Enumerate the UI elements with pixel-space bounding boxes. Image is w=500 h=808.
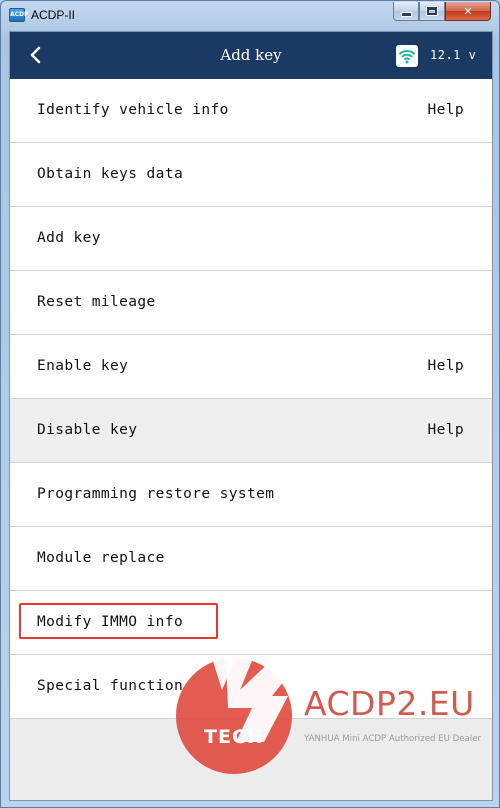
app-window: ACDP ACDP-II ✕ Add key 12.1 v Identify v… <box>0 0 500 808</box>
wifi-status <box>396 45 418 67</box>
chevron-left-icon <box>30 46 41 64</box>
watermark-tech: TECH <box>204 726 264 748</box>
menu-item-modify-immo-info[interactable]: Modify IMMO info <box>10 591 492 655</box>
menu-item-identify-vehicle-info[interactable]: Identify vehicle info Help <box>10 79 492 143</box>
menu-item-label: Add key <box>37 230 101 246</box>
battery-voltage: 12.1 v <box>430 48 477 62</box>
menu-item-obtain-keys-data[interactable]: Obtain keys data <box>10 143 492 207</box>
menu-item-disable-key[interactable]: Disable key Help <box>10 399 492 463</box>
back-button[interactable] <box>22 42 48 68</box>
page-title: Add key <box>220 46 282 64</box>
watermark-tagline: YANHUA Mini ACDP Authorized EU Dealer <box>304 734 482 744</box>
close-button[interactable]: ✕ <box>445 2 491 21</box>
watermark-logo: TECH ACDP2.EU YANHUA Mini ACDP Authorize… <box>176 650 494 778</box>
watermark-url: ACDP2.EU <box>304 684 475 723</box>
menu-item-programming-restore-system[interactable]: Programming restore system <box>10 463 492 527</box>
menu-item-label: Obtain keys data <box>37 166 184 182</box>
menu-item-label: Module replace <box>37 550 165 566</box>
menu-item-label: Enable key <box>37 358 129 374</box>
close-icon: ✕ <box>463 4 473 18</box>
minimize-icon <box>401 12 411 16</box>
menu-item-enable-key[interactable]: Enable key Help <box>10 335 492 399</box>
menu-item-module-replace[interactable]: Module replace <box>10 527 492 591</box>
function-menu: Identify vehicle info Help Obtain keys d… <box>10 79 492 719</box>
maximize-button[interactable] <box>419 2 445 21</box>
app-header: Add key 12.1 v <box>10 32 492 79</box>
menu-item-label: Reset mileage <box>37 294 156 310</box>
menu-item-label: Special function <box>37 678 184 694</box>
window-title: ACDP-II <box>31 8 76 22</box>
minimize-button[interactable] <box>393 2 419 21</box>
wifi-icon <box>398 50 416 64</box>
title-bar[interactable]: ACDP ACDP-II ✕ <box>1 1 499 31</box>
menu-item-label: Identify vehicle info <box>37 102 229 118</box>
menu-item-label: Programming restore system <box>37 486 275 502</box>
maximize-icon <box>427 7 437 15</box>
help-link[interactable]: Help <box>427 102 464 118</box>
yh-tech-logo-icon <box>176 656 304 774</box>
app-client-area: Add key 12.1 v Identify vehicle info Hel… <box>9 31 493 801</box>
menu-item-label: Disable key <box>37 422 138 438</box>
help-link[interactable]: Help <box>427 422 464 438</box>
menu-item-label: Modify IMMO info <box>37 614 184 630</box>
help-link[interactable]: Help <box>427 358 464 374</box>
acdp-app-icon: ACDP <box>9 8 28 22</box>
menu-item-add-key[interactable]: Add key <box>10 207 492 271</box>
menu-item-reset-mileage[interactable]: Reset mileage <box>10 271 492 335</box>
